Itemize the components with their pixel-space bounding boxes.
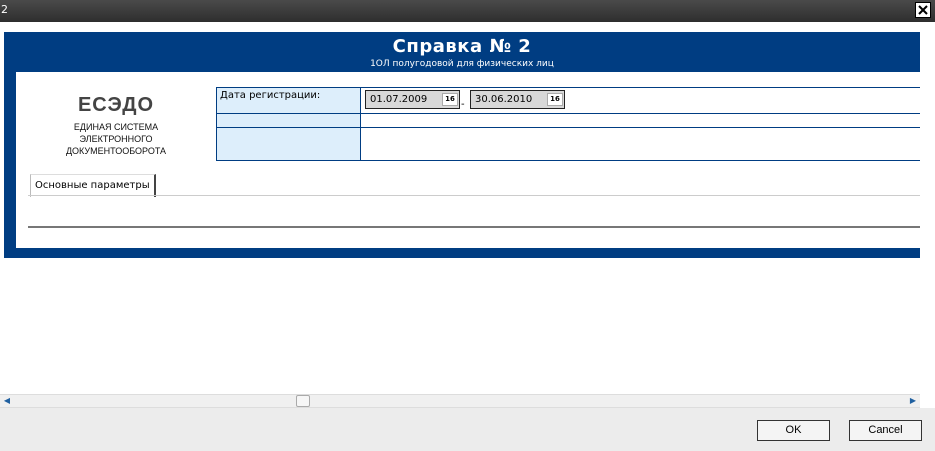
calendar-icon[interactable]: 16 [442,93,458,106]
row-divider [217,127,920,128]
label-column: Дата регистрации: [217,88,361,160]
registration-form-grid: Дата регистрации: 01.07.2009 16 - 30.06.… [216,87,920,161]
row-divider [217,113,920,114]
document-frame: Справка № 2 1ОЛ полугодовой для физическ… [4,32,920,258]
horizontal-scrollbar[interactable]: ◀ ▶ [0,394,920,408]
dialog-footer: OK Cancel [0,408,935,451]
logo-line-2: ЭЛЕКТРОННОГО [79,134,153,144]
scroll-left-icon[interactable]: ◀ [0,395,14,407]
logo-main-text: ЕСЭДО [77,94,155,116]
date-to-value: 30.06.2010 [475,94,533,105]
calendar-icon[interactable]: 16 [547,93,563,106]
date-from-input[interactable]: 01.07.2009 16 [365,90,460,109]
dialog-content: Справка № 2 1ОЛ полугодовой для физическ… [0,22,935,394]
close-icon [918,5,928,15]
ok-button[interactable]: OK [757,420,830,441]
tab-panel [28,195,920,228]
tab-main-parameters[interactable]: Основные параметры [30,174,156,197]
document-body: ЕСЭДО ЕДИНАЯ СИСТЕМА ЭЛЕКТРОННОГО ДОКУМЕ… [16,72,920,248]
scrollbar-thumb[interactable] [296,395,310,407]
window-title: 2 [1,3,8,16]
date-range-separator: - [461,99,465,110]
esedo-logo: ЕСЭДО ЕДИНАЯ СИСТЕМА ЭЛЕКТРОННОГО ДОКУМЕ… [46,94,186,157]
logo-line-3: ДОКУМЕНТООБОРОТА [65,146,167,156]
close-button[interactable] [915,2,931,18]
document-subtitle: 1ОЛ полугодовой для физических лиц [370,59,554,69]
window-titlebar: 2 [0,0,935,22]
date-from-value: 01.07.2009 [370,94,428,105]
logo-subtitle: ЕДИНАЯ СИСТЕМА ЭЛЕКТРОННОГО ДОКУМЕНТООБО… [46,121,186,157]
logo-line-1: ЕДИНАЯ СИСТЕМА [73,122,159,132]
registration-date-label: Дата регистрации: [220,90,321,101]
scroll-right-icon[interactable]: ▶ [906,395,920,407]
cancel-button[interactable]: Cancel [849,420,922,441]
document-title: Справка № 2 [392,36,532,57]
date-to-input[interactable]: 30.06.2010 16 [470,90,565,109]
